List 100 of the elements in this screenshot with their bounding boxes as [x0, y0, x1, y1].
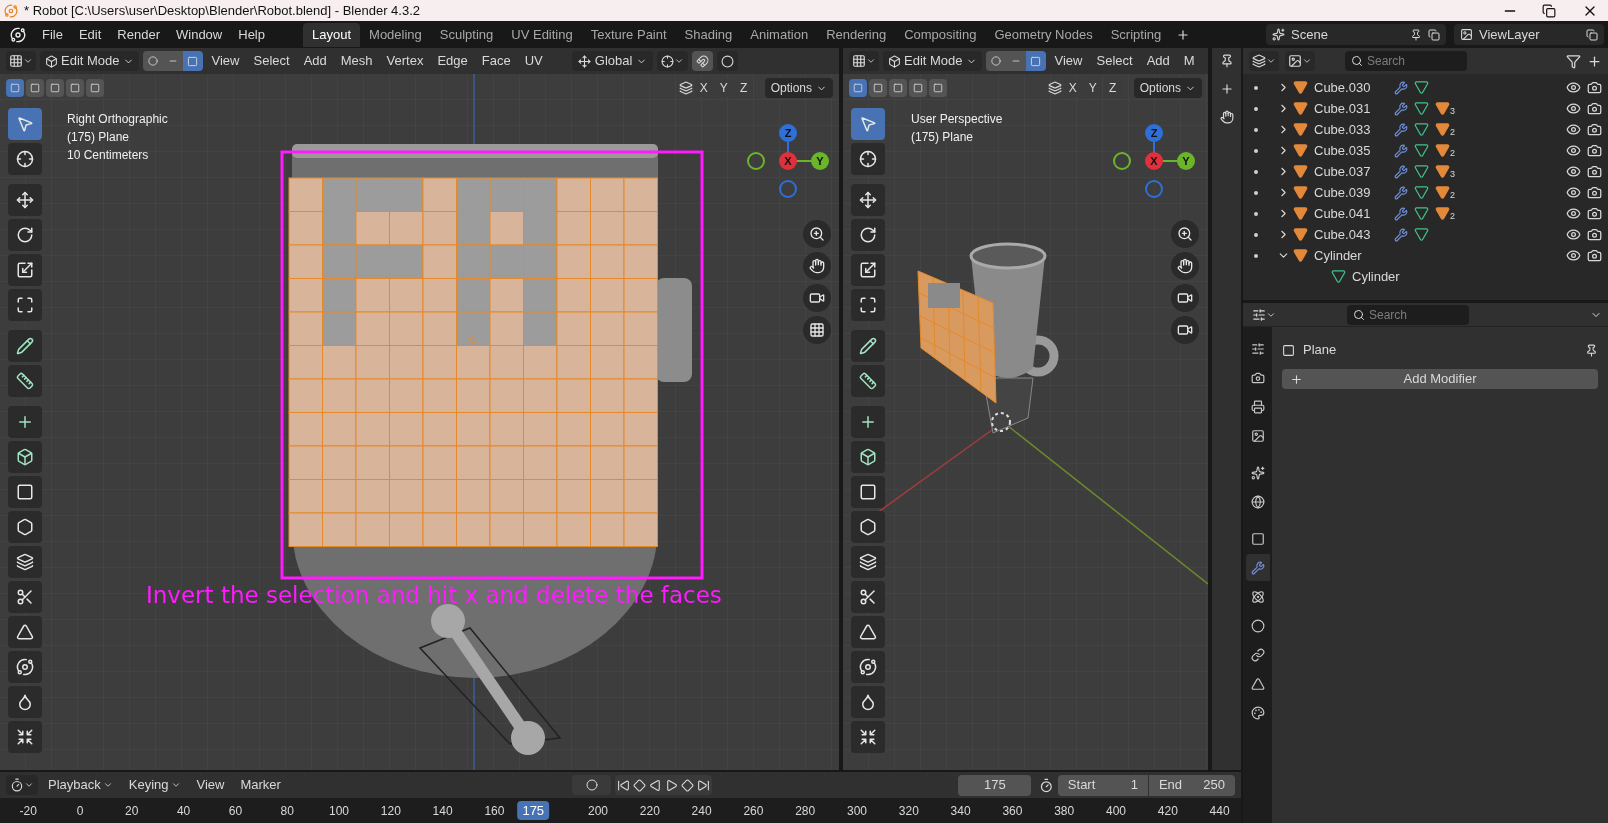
hand-icon[interactable]	[1219, 110, 1234, 124]
outliner-row[interactable]: Cube.043	[1243, 224, 1608, 245]
options-dropdown[interactable]: Options	[1133, 78, 1202, 98]
add-modifier-button[interactable]: Add Modifier	[1282, 369, 1598, 389]
outliner-row[interactable]: Cube.041 2	[1243, 203, 1608, 224]
tool-button[interactable]	[851, 330, 885, 362]
tool-button[interactable]	[851, 184, 885, 216]
editor-type-button[interactable]	[6, 775, 38, 795]
vertex-mode-button[interactable]	[985, 51, 1006, 71]
menu-item[interactable]: Mesh	[335, 51, 378, 71]
tool-button[interactable]	[851, 651, 885, 683]
tool-button[interactable]	[851, 511, 885, 543]
eye-icon[interactable]	[1566, 227, 1581, 242]
filter-view-button[interactable]	[1285, 51, 1315, 71]
menu-item[interactable]: Marker	[234, 775, 287, 795]
menu-item[interactable]: Edge	[432, 51, 473, 71]
workspace-tab[interactable]: Sculpting	[430, 22, 503, 47]
options-dropdown[interactable]: Options	[764, 78, 833, 98]
tool-button[interactable]	[8, 289, 42, 321]
jump-end-icon[interactable]	[697, 778, 710, 792]
3d-viewport[interactable]: X Y Z Options User Perspective (175) Plane Z X Y	[843, 74, 1208, 770]
current-frame-field[interactable]: 175	[958, 774, 1032, 796]
eye-icon[interactable]	[1566, 122, 1581, 137]
display-mode-button[interactable]	[1249, 51, 1279, 71]
outliner-row[interactable]: Cylinder	[1243, 245, 1608, 266]
workspace-tab[interactable]: Shading	[675, 22, 742, 47]
eye-icon[interactable]	[1566, 143, 1581, 158]
face-mode-button[interactable]	[182, 51, 203, 71]
selection-mode-button[interactable]	[66, 79, 84, 97]
workspace-tab[interactable]: Modeling	[360, 22, 431, 47]
tool-button[interactable]	[8, 686, 42, 718]
eye-icon[interactable]	[1566, 80, 1581, 95]
camera-icon[interactable]	[1587, 80, 1602, 95]
menu-item[interactable]: View	[190, 775, 231, 795]
eye-icon[interactable]	[1566, 101, 1581, 116]
menu-item[interactable]: Select	[248, 51, 295, 71]
eye-icon[interactable]	[1566, 185, 1581, 200]
workspace-tab[interactable]: Animation	[741, 22, 818, 47]
tool-button[interactable]	[8, 511, 42, 543]
mode-dropdown[interactable]: Edit Mode	[40, 51, 139, 71]
orientation-dropdown[interactable]: Global	[571, 51, 654, 71]
tool-button[interactable]	[851, 686, 885, 718]
tool-button[interactable]	[8, 219, 42, 251]
tool-button[interactable]	[851, 546, 885, 578]
tool-button[interactable]	[8, 651, 42, 683]
outliner-row[interactable]: Cube.033 2	[1243, 119, 1608, 140]
app-menu-icon[interactable]	[10, 26, 26, 43]
menu-item[interactable]: File	[34, 24, 71, 45]
axis-gizmo[interactable]: Z X Y	[1109, 116, 1199, 206]
tool-button[interactable]	[8, 476, 42, 508]
workspace-tab[interactable]: Rendering	[817, 22, 896, 47]
axis-gizmo[interactable]: Z X Y	[743, 116, 833, 206]
tool-button[interactable]	[851, 581, 885, 613]
pin-icon[interactable]	[1219, 54, 1234, 68]
tool-button[interactable]	[851, 365, 885, 397]
mode-dropdown[interactable]: Edit Mode	[883, 51, 982, 71]
play-icon[interactable]	[665, 778, 678, 792]
outliner-row[interactable]: Cylinder	[1243, 266, 1608, 287]
play-reverse-icon[interactable]	[649, 778, 662, 792]
proportional-button[interactable]	[717, 51, 739, 71]
menu-item[interactable]: Keying	[122, 775, 187, 795]
menu-item[interactable]: Window	[168, 24, 231, 45]
pin-icon[interactable]	[1585, 343, 1598, 357]
tool-button[interactable]	[8, 406, 42, 438]
tool-button[interactable]	[8, 330, 42, 362]
workspace-tab[interactable]: Layout	[303, 22, 361, 47]
selection-mode-button[interactable]	[849, 79, 867, 97]
start-frame-field[interactable]: Start 1	[1057, 774, 1148, 796]
tool-button[interactable]	[8, 254, 42, 286]
camera-icon[interactable]	[1587, 122, 1602, 137]
tool-button[interactable]	[851, 289, 885, 321]
selection-mode-button[interactable]	[889, 79, 907, 97]
tool-button[interactable]	[851, 143, 885, 175]
workspace-tab[interactable]: Compositing	[895, 22, 986, 47]
face-mode-button[interactable]	[1025, 51, 1046, 71]
tool-button[interactable]	[8, 365, 42, 397]
menu-item[interactable]: Add	[298, 51, 332, 71]
tool-button[interactable]	[8, 184, 42, 216]
outliner-row[interactable]: Cube.030	[1243, 77, 1608, 98]
selection-mode-button[interactable]	[86, 79, 104, 97]
tool-button[interactable]	[8, 581, 42, 613]
camera-icon[interactable]	[1587, 164, 1602, 179]
eye-icon[interactable]	[1566, 164, 1581, 179]
add-workspace-icon[interactable]	[1176, 27, 1191, 42]
plus-icon[interactable]	[1219, 82, 1234, 96]
next-keyframe-icon[interactable]	[681, 778, 694, 792]
tool-button[interactable]	[8, 721, 42, 753]
camera-icon[interactable]	[1587, 101, 1602, 116]
editor-type-button[interactable]	[6, 51, 36, 71]
workspace-tab[interactable]: UV Editing	[502, 22, 582, 47]
menu-item[interactable]: Playback	[42, 775, 119, 795]
selection-mode-button[interactable]	[869, 79, 887, 97]
outliner-row[interactable]: Cube.039 2	[1243, 182, 1608, 203]
menu-item[interactable]: Add	[1141, 51, 1175, 71]
camera-icon[interactable]	[1587, 185, 1602, 200]
menu-item[interactable]: Select	[1091, 51, 1138, 71]
properties-tab[interactable]	[1245, 554, 1270, 581]
tool-button[interactable]	[851, 616, 885, 648]
previous-keyframe-icon[interactable]	[633, 778, 646, 792]
menu-item[interactable]: View	[206, 51, 245, 71]
